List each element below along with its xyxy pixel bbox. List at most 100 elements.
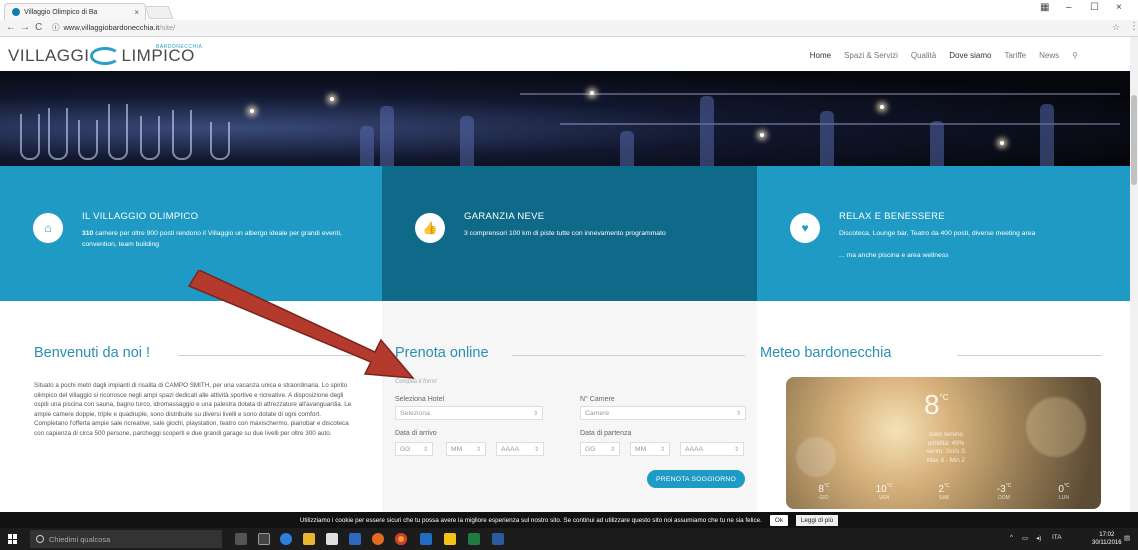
- site-header: VILLAGGI LIMPICO BARDONECCHIA Home Spazi…: [0, 37, 1130, 71]
- network-icon[interactable]: ▭: [1022, 534, 1028, 542]
- welcome-title: Benvenuti da noi !: [34, 345, 151, 361]
- task-view-icon[interactable]: [258, 533, 270, 545]
- select-arrow-icon: ⇕: [532, 410, 538, 417]
- reload-icon[interactable]: C: [35, 22, 42, 33]
- window-close-icon[interactable]: ×: [1116, 2, 1122, 13]
- cookie-read-more-button[interactable]: Leggi di più: [795, 514, 839, 526]
- notifications-icon[interactable]: ▤: [1124, 534, 1130, 542]
- site-logo[interactable]: VILLAGGI LIMPICO BARDONECCHIA: [8, 44, 202, 66]
- arrival-year-select[interactable]: AAAA ⇕: [496, 442, 544, 456]
- windows-taskbar: Chiedimi qualcosa ^ ▭ ◂) ITA 17:02 30/11…: [0, 528, 1138, 550]
- feature-text: 310 camere per oltre 900 posti rendono i…: [82, 230, 342, 248]
- hotel-select[interactable]: Seleziona ⇕: [395, 406, 543, 420]
- arrival-label: Data di arrivo: [395, 430, 437, 437]
- word-icon[interactable]: [492, 533, 504, 545]
- arrival-month-select[interactable]: MM ⇕: [446, 442, 486, 456]
- select-arrow-icon: ⇕: [735, 410, 741, 417]
- rooms-label: N° Camere: [580, 396, 615, 403]
- nav-home[interactable]: Home: [810, 51, 831, 60]
- weather-widget: 8°C cielo sereno umidità: 49% vento: 2m/…: [786, 377, 1101, 509]
- nav-tariffe[interactable]: Tariffe: [1004, 51, 1026, 60]
- tray-up-arrow-icon[interactable]: ^: [1010, 534, 1013, 541]
- hero-banner-image: [0, 71, 1130, 166]
- site-favicon-icon: [12, 8, 20, 16]
- weather-title: Meteo bardonecchia: [760, 345, 892, 361]
- sticky-notes-icon[interactable]: [444, 533, 456, 545]
- logo-text-left: VILLAGGI: [8, 46, 90, 65]
- cortana-search-input[interactable]: Chiedimi qualcosa: [30, 530, 222, 548]
- address-bar: ← → C ⓘ www.villaggiobardonecchia.it/sit…: [0, 20, 1138, 37]
- browser-titlebar: Villaggio Olimpico di Ba × ▦ – ☐ ×: [0, 0, 1138, 20]
- feature-text: Discoteca, Lounge bar, Teatro da 400 pos…: [839, 230, 1036, 259]
- scrollbar-thumb[interactable]: [1131, 95, 1137, 185]
- rooms-select[interactable]: Camere ⇕: [580, 406, 746, 420]
- tab-close-icon[interactable]: ×: [134, 8, 139, 17]
- store-icon[interactable]: [326, 533, 338, 545]
- nav-news[interactable]: News: [1039, 51, 1059, 60]
- firefox-icon[interactable]: [372, 533, 384, 545]
- feature-title: GARANZIA NEVE: [464, 211, 545, 222]
- excel-icon[interactable]: [468, 533, 480, 545]
- feature-text: 3 comprensori 100 km di piste tutte con …: [464, 230, 666, 237]
- arrival-day-select[interactable]: GG ⇕: [395, 442, 433, 456]
- cookie-bar: Utilizziamo i cookie per essere sicuri c…: [0, 512, 1138, 528]
- feature-title: RELAX E BENESSERE: [839, 211, 945, 222]
- volume-icon[interactable]: ◂): [1036, 534, 1041, 542]
- system-clock[interactable]: 17:02 30/11/2016: [1092, 531, 1122, 547]
- chrome-icon[interactable]: [395, 533, 407, 545]
- main-nav: Home Spazi & Servizi Qualità Dove siamo …: [810, 51, 1078, 60]
- bookmark-star-icon[interactable]: ☆: [1112, 22, 1120, 33]
- browser-menu-icon[interactable]: ⋮: [1129, 21, 1138, 32]
- minimize-icon[interactable]: –: [1066, 2, 1072, 13]
- hotel-label: Seleziona Hotel: [395, 396, 445, 403]
- cookie-ok-button[interactable]: Ok: [769, 514, 788, 526]
- user-icon[interactable]: ▦: [1040, 2, 1049, 13]
- home-icon: ⌂: [33, 213, 63, 243]
- microphone-icon[interactable]: [235, 533, 247, 545]
- annotation-arrow-icon: [187, 270, 415, 379]
- thumbs-up-icon: 👍: [415, 213, 445, 243]
- welcome-text: Situato a pochi metri dagli impianti di …: [34, 382, 352, 437]
- url-host: www.villaggiobardonecchia.it: [63, 23, 160, 32]
- divider: [512, 355, 745, 356]
- logo-ring-icon: [90, 47, 121, 65]
- cookie-text: Utilizziamo i cookie per essere sicuri c…: [299, 516, 762, 524]
- forecast-day: -3°C DOM: [996, 483, 1012, 501]
- book-stay-button[interactable]: PRENOTA SOGGIORNO: [647, 470, 745, 488]
- weather-description: cielo sereno umidità: 49% vento: 2m/s S …: [926, 431, 966, 464]
- feature-title: IL VILLAGGIO OLIMPICO: [82, 211, 199, 222]
- nav-dove-siamo[interactable]: Dove siamo: [949, 51, 991, 60]
- logo-subtitle: BARDONECCHIA: [156, 44, 203, 50]
- tab-title: Villaggio Olimpico di Ba: [24, 8, 98, 16]
- departure-day-select[interactable]: GG ⇕: [580, 442, 620, 456]
- language-indicator[interactable]: ITA: [1052, 534, 1062, 541]
- back-icon[interactable]: ←: [6, 22, 16, 33]
- browser-tab[interactable]: Villaggio Olimpico di Ba ×: [4, 3, 146, 20]
- windows-start-icon[interactable]: [8, 534, 18, 544]
- divider: [957, 355, 1102, 356]
- file-explorer-icon[interactable]: [303, 533, 315, 545]
- site-info-icon[interactable]: ⓘ: [52, 22, 60, 33]
- mail-icon[interactable]: [349, 533, 361, 545]
- edge-icon[interactable]: [280, 533, 292, 545]
- nav-spazi-servizi[interactable]: Spazi & Servizi: [844, 51, 898, 60]
- feature-relax: ♥ RELAX E BENESSERE Discoteca, Lounge ba…: [757, 166, 1130, 301]
- url-path: /site/: [159, 23, 176, 32]
- forecast-day: 10°C VEN: [875, 483, 893, 501]
- departure-year-select[interactable]: AAAA ⇕: [680, 442, 744, 456]
- nav-qualita[interactable]: Qualità: [911, 51, 936, 60]
- departure-month-select[interactable]: MM ⇕: [630, 442, 670, 456]
- feature-garanzia-neve: 👍 GARANZIA NEVE 3 comprensori 100 km di …: [382, 166, 757, 301]
- magnifier-icon[interactable]: ⚲: [1072, 51, 1078, 60]
- current-temperature: 8°C: [924, 389, 949, 420]
- forecast-day: 2°C SAB: [938, 483, 950, 501]
- cortana-icon: [36, 535, 44, 543]
- new-tab-button[interactable]: [144, 6, 174, 19]
- outlook-icon[interactable]: [420, 533, 432, 545]
- forecast-day: 0°C LUN: [1058, 483, 1070, 501]
- url-field[interactable]: ⓘ www.villaggiobardonecchia.it/site/: [52, 22, 175, 33]
- maximize-icon[interactable]: ☐: [1090, 2, 1099, 13]
- heart-icon: ♥: [790, 213, 820, 243]
- forecast-day: 8°C GIO: [818, 483, 830, 501]
- forward-icon[interactable]: →: [20, 22, 30, 33]
